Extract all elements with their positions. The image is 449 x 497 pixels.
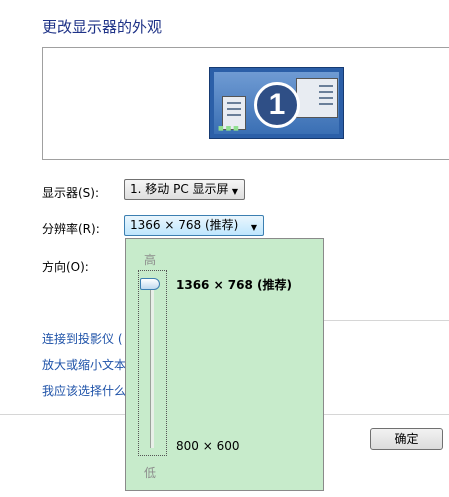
slider-track[interactable] — [150, 283, 154, 448]
display-dropdown-value: 1. 移动 PC 显示屏 — [130, 182, 229, 196]
page-title: 更改显示器的外观 — [42, 18, 163, 36]
orientation-label: 方向(O): — [42, 260, 89, 274]
chevron-down-icon: ▼ — [231, 187, 238, 196]
display-dropdown[interactable]: 1. 移动 PC 显示屏 ▼ — [124, 179, 245, 200]
connect-projector-link[interactable]: 连接到投影仪 ( — [42, 330, 123, 347]
ok-button[interactable]: 确定 — [370, 428, 443, 450]
max-resolution-label[interactable]: 1366 × 768 (推荐) — [176, 276, 292, 293]
monitor-screen: 1 ■ ■ ■ — [214, 72, 339, 134]
taskbar-icon: ■ ■ ■ — [218, 125, 239, 132]
monitor-number-badge: 1 — [254, 82, 300, 128]
slider-high-label: 高 — [144, 253, 157, 267]
text-size-link[interactable]: 放大或缩小文本 — [42, 356, 126, 373]
monitor-1-icon[interactable]: 1 ■ ■ ■ — [209, 67, 344, 139]
display-label: 显示器(S): — [42, 186, 100, 200]
resolution-label: 分辨率(R): — [42, 222, 100, 236]
resolution-dropdown[interactable]: 1366 × 768 (推荐) ▼ — [124, 215, 264, 236]
resolution-slider-thumb[interactable] — [140, 278, 160, 290]
mini-window-icon — [296, 78, 338, 118]
slider-low-label: 低 — [144, 466, 157, 480]
help-link[interactable]: 我应该选择什么 — [42, 382, 126, 399]
resolution-dropdown-value: 1366 × 768 (推荐) — [130, 218, 239, 232]
chevron-down-icon: ▼ — [250, 223, 257, 232]
min-resolution-label[interactable]: 800 × 600 — [176, 439, 240, 453]
